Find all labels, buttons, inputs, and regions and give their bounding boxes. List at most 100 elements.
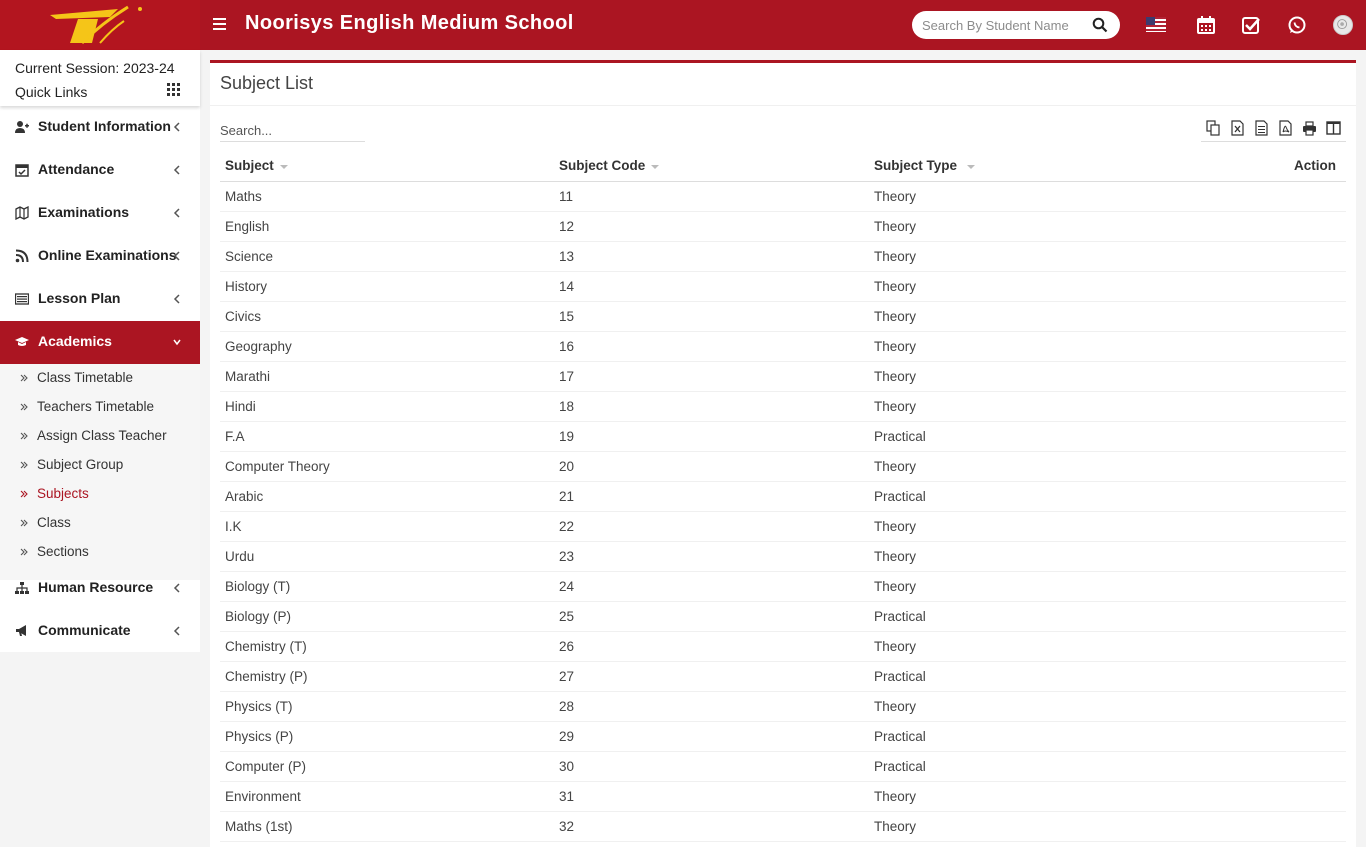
school-logo[interactable]	[0, 0, 200, 50]
menu-toggle-icon[interactable]	[213, 15, 227, 35]
action-cell	[1189, 631, 1346, 662]
submenu-item-subjects[interactable]: Subjects	[0, 480, 200, 509]
table-header-row: Subject Subject Code Subject Type Action	[220, 151, 1346, 182]
sidebar-item-communicate[interactable]: Communicate	[0, 610, 200, 653]
current-session-label[interactable]: Current Session: 2023-24	[15, 60, 175, 76]
subject-type-cell: Theory	[869, 451, 1189, 482]
user-avatar[interactable]	[1333, 15, 1353, 35]
chevron-left-icon	[173, 294, 180, 304]
table-row: Maths (1st) 32 Theory	[220, 811, 1346, 842]
subject-cell: F.A	[220, 421, 554, 452]
table-search-input[interactable]	[220, 120, 365, 142]
subject-cell: Arabic	[220, 481, 554, 512]
subject-code-cell: 17	[554, 361, 869, 392]
submenu-item-label: Subjects	[37, 486, 89, 501]
sidebar-item-examinations[interactable]: Examinations	[0, 192, 200, 235]
user-plus-icon	[15, 121, 29, 133]
student-search-input[interactable]	[922, 15, 1082, 35]
chevron-left-icon	[173, 626, 180, 636]
us-flag-icon[interactable]	[1146, 17, 1166, 32]
subject-type-cell: Practical	[869, 661, 1189, 692]
subject-type-cell: Theory	[869, 691, 1189, 722]
submenu-item-assign-class-teacher[interactable]: Assign Class Teacher	[0, 422, 200, 451]
subject-type-cell: Theory	[869, 331, 1189, 362]
chevron-left-icon	[173, 122, 180, 132]
column-header-label: Subject Code	[559, 158, 646, 174]
task-check-icon[interactable]	[1241, 15, 1261, 35]
student-search[interactable]	[912, 11, 1120, 39]
divider	[210, 105, 1356, 106]
excel-icon[interactable]	[1230, 120, 1245, 136]
action-cell	[1189, 691, 1346, 722]
grid-icon[interactable]	[167, 83, 180, 96]
subject-type-cell: Practical	[869, 721, 1189, 752]
whatsapp-icon[interactable]	[1287, 15, 1307, 35]
top-header: Noorisys English Medium School	[0, 0, 1366, 50]
action-cell	[1189, 721, 1346, 752]
action-cell	[1189, 421, 1346, 452]
subject-cell: Chemistry (T)	[220, 631, 554, 662]
subject-cell: Urdu	[220, 541, 554, 572]
subject-cell: I.K	[220, 511, 554, 542]
table-row: Computer (P) 30 Practical	[220, 751, 1346, 782]
subject-type-cell: Theory	[869, 181, 1189, 212]
submenu-item-class[interactable]: Class	[0, 509, 200, 538]
app-title: Noorisys English Medium School	[245, 12, 574, 34]
calendar-icon[interactable]	[1196, 15, 1216, 35]
action-cell	[1189, 331, 1346, 362]
quick-links-label[interactable]: Quick Links	[15, 84, 87, 100]
subject-list-panel: Subject List Subject Subject Code Subjec…	[210, 60, 1356, 847]
table-row: Hindi 18 Theory	[220, 391, 1346, 422]
subject-cell: Geography	[220, 331, 554, 362]
submenu-item-class-timetable[interactable]: Class Timetable	[0, 364, 200, 393]
column-header-subject[interactable]: Subject	[220, 151, 554, 182]
double-chevron-right-icon	[20, 432, 28, 440]
sidebar-item-online-examinations[interactable]: Online Examinations	[0, 235, 200, 278]
copy-icon[interactable]	[1206, 120, 1221, 136]
action-cell	[1189, 661, 1346, 692]
subject-code-cell: 20	[554, 451, 869, 482]
subject-code-cell: 27	[554, 661, 869, 692]
submenu-item-subject-group[interactable]: Subject Group	[0, 451, 200, 480]
subject-code-cell: 30	[554, 751, 869, 782]
subject-code-cell: 29	[554, 721, 869, 752]
subject-code-cell: 25	[554, 601, 869, 632]
subject-code-cell: 23	[554, 541, 869, 572]
subject-type-cell: Theory	[869, 631, 1189, 662]
subject-code-cell: 18	[554, 391, 869, 422]
subject-code-cell: 26	[554, 631, 869, 662]
action-cell	[1189, 481, 1346, 512]
double-chevron-right-icon	[20, 490, 28, 498]
sidebar-item-human-resource[interactable]: Human Resource	[0, 567, 200, 610]
page-title: Subject List	[220, 73, 314, 93]
sidebar-item-label: Academics	[38, 333, 112, 349]
column-header-subject-type[interactable]: Subject Type	[869, 151, 1189, 182]
print-icon[interactable]	[1302, 120, 1317, 136]
column-header-subject-code[interactable]: Subject Code	[554, 151, 869, 182]
pdf-icon[interactable]	[1278, 120, 1293, 136]
column-header-label: Subject	[225, 158, 274, 174]
search-icon[interactable]	[1092, 17, 1108, 33]
chevron-left-icon	[173, 251, 180, 261]
sidebar-item-academics[interactable]: Academics	[0, 321, 200, 364]
action-cell	[1189, 811, 1346, 842]
submenu-item-teachers-timetable[interactable]: Teachers Timetable	[0, 393, 200, 422]
table-row: Marathi 17 Theory	[220, 361, 1346, 392]
submenu-item-label: Class Timetable	[37, 370, 134, 385]
sort-icon	[279, 164, 288, 169]
subject-code-cell: 21	[554, 481, 869, 512]
subject-cell: Environment	[220, 781, 554, 812]
csv-icon[interactable]	[1254, 120, 1269, 136]
sidebar-item-lesson-plan[interactable]: Lesson Plan	[0, 278, 200, 321]
export-toolbar	[1201, 118, 1346, 142]
table-row: Maths 11 Theory	[220, 181, 1346, 212]
sidebar-item-attendance[interactable]: Attendance	[0, 149, 200, 192]
sidebar-item-student-information[interactable]: Student Information	[0, 106, 200, 149]
columns-icon[interactable]	[1326, 120, 1341, 136]
subject-type-cell: Theory	[869, 571, 1189, 602]
graduation-cap-icon	[15, 337, 29, 346]
sidebar-item-label: Attendance	[38, 161, 115, 177]
subject-cell: Physics (T)	[220, 691, 554, 722]
submenu-item-sections[interactable]: Sections	[0, 538, 200, 567]
action-cell	[1189, 241, 1346, 272]
